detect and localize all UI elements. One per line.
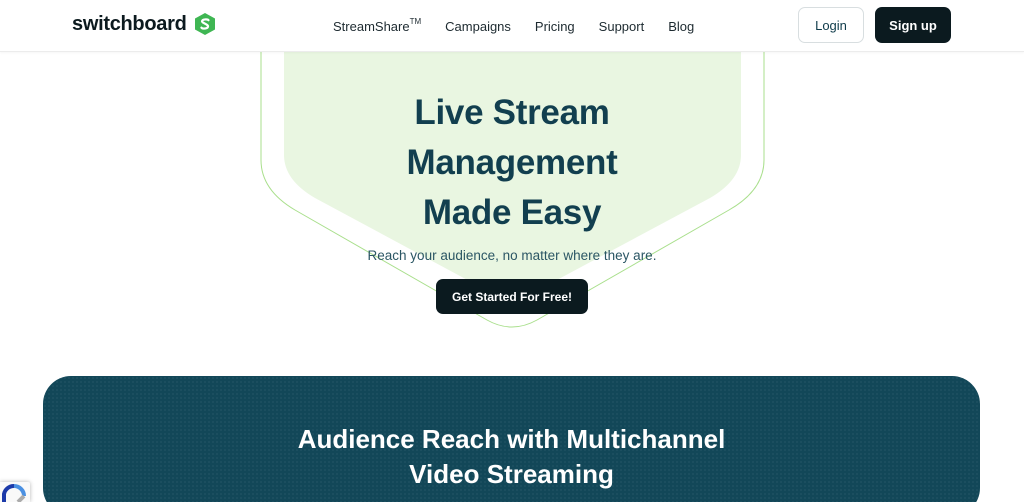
main-nav: StreamShareTM Campaigns Pricing Support …: [333, 0, 718, 52]
hero-title-line: Live Stream: [414, 93, 610, 132]
nav-blog[interactable]: Blog: [668, 19, 694, 34]
logo-text: switchboard: [72, 12, 187, 35]
login-button[interactable]: Login: [798, 7, 864, 43]
switchboard-logo-icon: [193, 12, 217, 36]
hero-subtitle: Reach your audience, no matter where the…: [367, 248, 657, 263]
nav-pricing[interactable]: Pricing: [535, 19, 575, 34]
signup-button[interactable]: Sign up: [875, 7, 951, 43]
site-header: switchboard StreamShareTM Campaigns Pric…: [0, 0, 1024, 52]
section-title-line: Audience Reach with Multichannel: [297, 424, 726, 454]
section-title: Audience Reach with Multichannel Video S…: [43, 422, 980, 492]
hero-title-line: Management: [406, 143, 618, 182]
nav-streamshare[interactable]: StreamShareTM: [333, 16, 422, 34]
trademark-sup: TM: [409, 16, 422, 26]
multichannel-section: Audience Reach with Multichannel Video S…: [43, 376, 980, 502]
get-started-button[interactable]: Get Started For Free!: [436, 279, 588, 314]
recaptcha-badge[interactable]: [0, 482, 30, 502]
nav-support[interactable]: Support: [599, 19, 645, 34]
hero-title: Live Stream Management Made Easy: [312, 88, 712, 238]
hero-title-line: Made Easy: [422, 193, 602, 232]
recaptcha-icon: [0, 484, 30, 502]
logo-link[interactable]: switchboard: [72, 12, 217, 36]
section-title-line: Video Streaming: [409, 459, 614, 489]
nav-campaigns[interactable]: Campaigns: [445, 19, 511, 34]
